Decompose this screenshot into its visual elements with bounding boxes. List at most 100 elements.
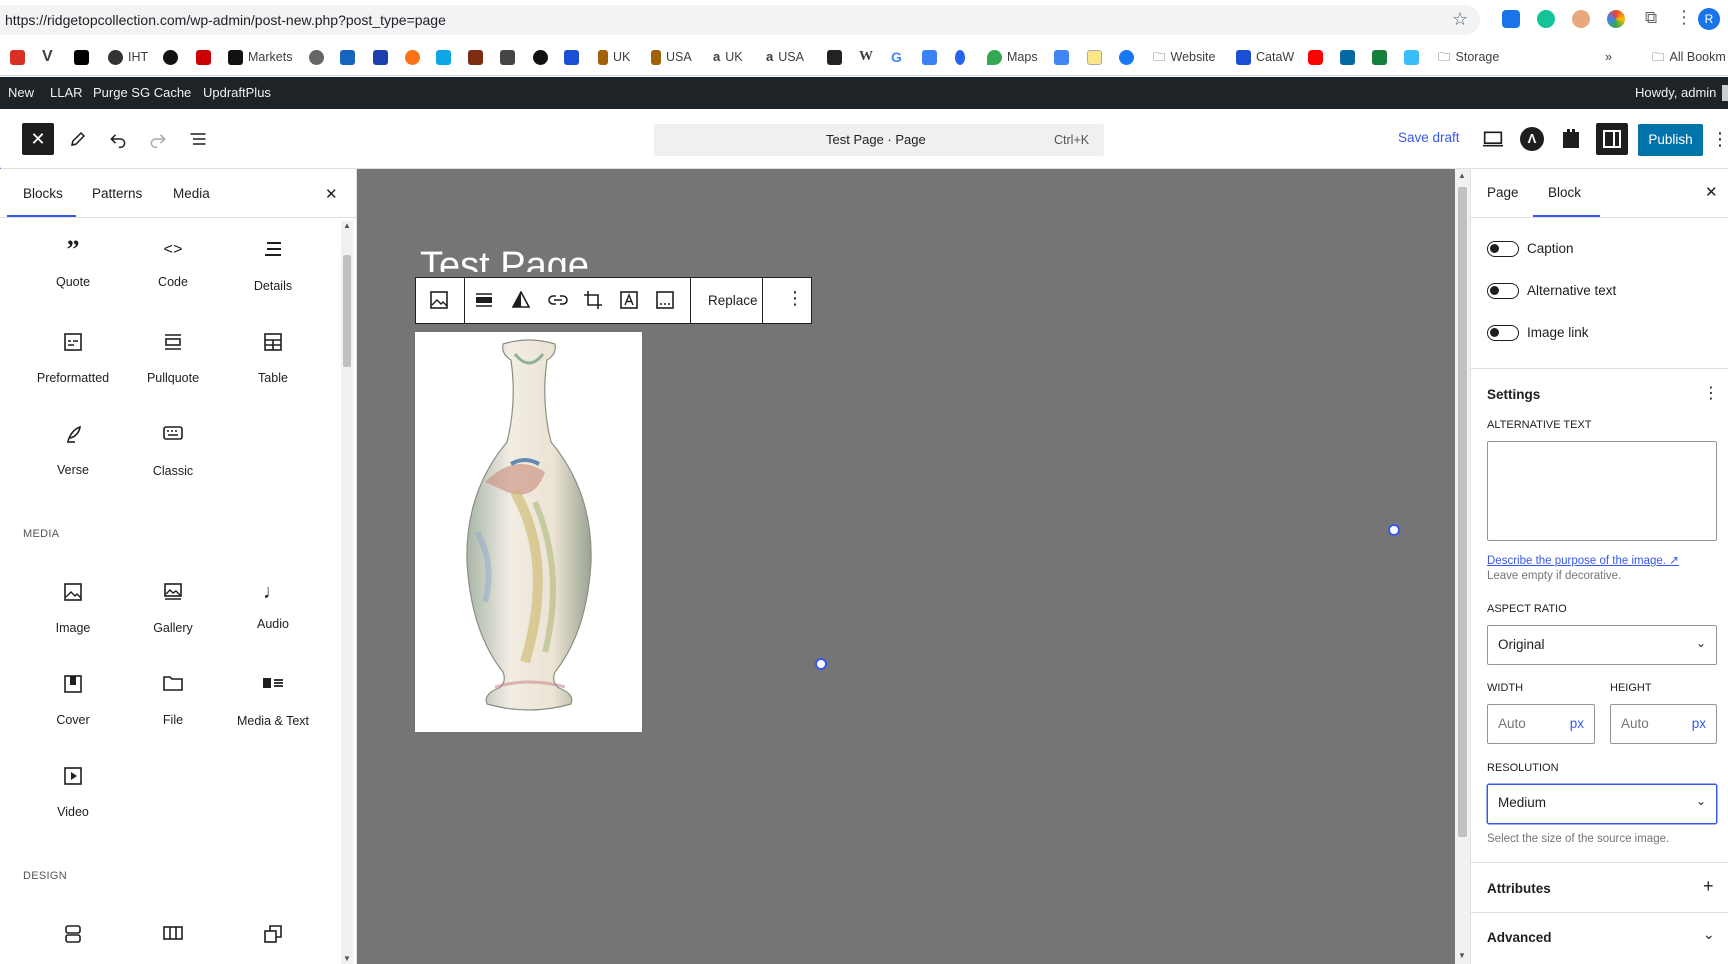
bookmark-amazon-uk[interactable]: a UK	[713, 48, 743, 66]
tab-media[interactable]: Media	[173, 186, 210, 201]
block-video[interactable]: Video	[23, 763, 123, 819]
block-quote[interactable]: ” Quote	[23, 237, 123, 290]
settings-sidebar-toggle[interactable]	[1596, 123, 1628, 155]
text-overlay-icon[interactable]	[620, 291, 638, 309]
align-icon[interactable]	[476, 292, 492, 308]
bookmark-iht[interactable]: IHT	[108, 48, 148, 66]
link-icon[interactable]	[548, 292, 568, 308]
scroll-up-icon[interactable]: ▲	[1458, 171, 1466, 180]
crop-icon[interactable]	[584, 291, 602, 309]
bookmark-icon[interactable]	[1308, 48, 1323, 66]
color-picker-icon[interactable]	[1607, 10, 1625, 28]
block-design-item[interactable]	[223, 921, 323, 963]
tab-block[interactable]: Block	[1548, 185, 1581, 200]
block-preformatted[interactable]: Preformatted	[23, 329, 123, 385]
bookmark-icon[interactable]	[922, 48, 937, 66]
bookmark-icon[interactable]	[309, 48, 324, 66]
chevron-down-icon[interactable]: ⌄	[1703, 926, 1715, 943]
alt-text-toggle[interactable]	[1487, 283, 1519, 299]
bookmark-icon[interactable]	[533, 48, 548, 66]
publish-button[interactable]: Publish	[1638, 124, 1703, 156]
close-icon[interactable]: ✕	[1705, 183, 1718, 201]
bookmark-icon[interactable]	[1119, 48, 1134, 66]
bookmark-maps[interactable]: Maps	[987, 48, 1038, 66]
bookmark-cataw[interactable]: CataW	[1236, 48, 1294, 66]
bookmark-icon[interactable]	[436, 48, 451, 66]
block-audio[interactable]: ♩ Audio	[223, 579, 323, 631]
bookmark-icon[interactable]	[196, 48, 211, 66]
close-inserter-button[interactable]: ✕	[22, 123, 54, 155]
redo-button[interactable]	[142, 123, 174, 155]
resize-handle-right[interactable]	[1388, 524, 1400, 536]
caption-icon[interactable]	[656, 291, 674, 309]
command-palette-bar[interactable]: Test Page · Page Ctrl+K	[654, 124, 1104, 156]
scroll-down-icon[interactable]: ▼	[343, 954, 351, 963]
block-details[interactable]: Details	[223, 237, 323, 293]
caption-toggle[interactable]	[1487, 241, 1519, 257]
block-verse[interactable]: Verse	[23, 421, 123, 477]
scrollbar-thumb[interactable]	[1458, 187, 1467, 837]
extensions-puzzle-icon[interactable]: ⧉	[1645, 8, 1657, 28]
aspect-ratio-select[interactable]: Original ⌄	[1487, 625, 1717, 665]
bookmark-icon[interactable]	[955, 48, 965, 66]
grammarly-icon[interactable]	[1537, 10, 1555, 28]
tools-button[interactable]	[62, 123, 94, 155]
save-draft-button[interactable]: Save draft	[1398, 130, 1460, 145]
bookmark-icon[interactable]	[1372, 48, 1387, 66]
block-classic[interactable]: Classic	[123, 421, 223, 478]
image-block[interactable]	[415, 332, 642, 732]
bookmark-icon[interactable]	[10, 48, 25, 66]
block-gallery[interactable]: Gallery	[123, 579, 223, 635]
bookmark-icon[interactable]	[500, 48, 515, 66]
bookmark-icon[interactable]	[1340, 48, 1355, 66]
admin-bar-howdy[interactable]: Howdy, admin	[1635, 77, 1716, 109]
admin-bar-new[interactable]: New	[8, 77, 34, 109]
astra-settings-button[interactable]: Λ	[1516, 123, 1548, 155]
bookmark-icon[interactable]: V	[42, 48, 53, 66]
block-design-item[interactable]	[23, 921, 123, 963]
preview-button[interactable]	[1477, 123, 1509, 155]
more-vertical-icon[interactable]: ⋮	[1703, 383, 1719, 403]
bookmark-icon[interactable]	[1054, 48, 1069, 66]
bookmark-icon[interactable]	[163, 48, 178, 66]
plus-icon[interactable]: +	[1703, 876, 1714, 897]
bookmark-icon[interactable]	[564, 48, 579, 66]
close-icon[interactable]: ✕	[325, 185, 338, 203]
bookmark-markets[interactable]: Markets	[228, 48, 292, 66]
height-input[interactable]: Auto px	[1610, 704, 1717, 744]
tab-patterns[interactable]: Patterns	[92, 186, 142, 201]
resize-handle-bottom[interactable]	[815, 658, 827, 670]
bookmark-icon[interactable]: G	[891, 48, 902, 66]
bookmark-uk[interactable]: UK	[598, 48, 630, 66]
page-title[interactable]: Test Page	[420, 244, 720, 272]
plugin-button[interactable]	[1555, 123, 1587, 155]
block-design-item[interactable]	[123, 921, 223, 964]
more-vertical-icon[interactable]: ⋮	[786, 288, 804, 309]
bookmark-icon[interactable]	[1404, 48, 1419, 66]
options-button[interactable]: ⋮	[1711, 123, 1728, 155]
bookmark-icon[interactable]	[74, 48, 89, 66]
tab-blocks[interactable]: Blocks	[23, 186, 63, 201]
block-table[interactable]: Table	[223, 329, 323, 385]
scroll-down-icon[interactable]: ▼	[1458, 951, 1466, 960]
block-cover[interactable]: Cover	[23, 671, 123, 727]
bookmark-icon[interactable]	[468, 48, 483, 66]
canvas-scrollbar[interactable]: ▲ ▼	[1455, 169, 1470, 964]
bookmarks-overflow-button[interactable]: »	[1605, 48, 1612, 66]
block-media-text[interactable]: Media & Text	[223, 671, 323, 728]
scrollbar-thumb[interactable]	[343, 255, 351, 367]
address-bar[interactable]: https://ridgetopcollection.com/wp-admin/…	[0, 5, 1480, 35]
bookmark-website-folder[interactable]: 🗀 Website	[1153, 48, 1215, 66]
bookmark-icon[interactable]	[1087, 48, 1102, 66]
resolution-select[interactable]: Medium ⌄	[1487, 784, 1717, 824]
height-unit[interactable]: px	[1692, 716, 1706, 731]
extension-icon[interactable]	[1572, 10, 1590, 28]
bookmark-icon[interactable]	[340, 48, 355, 66]
block-code[interactable]: <> Code	[123, 237, 223, 289]
tab-page[interactable]: Page	[1487, 185, 1519, 200]
width-unit[interactable]: px	[1570, 716, 1584, 731]
duotone-icon[interactable]	[512, 291, 530, 309]
block-pullquote[interactable]: Pullquote	[123, 329, 223, 385]
alt-text-textarea[interactable]	[1487, 441, 1717, 541]
attributes-panel-toggle[interactable]: Attributes	[1487, 881, 1551, 896]
